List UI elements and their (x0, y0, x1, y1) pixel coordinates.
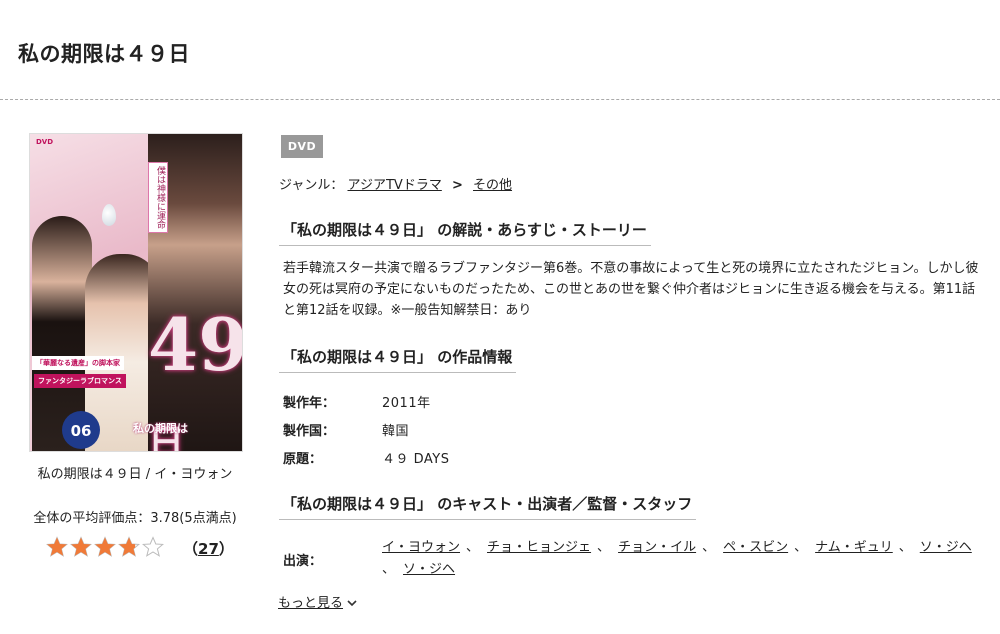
star-rating (46, 536, 164, 558)
show-more-label: もっと見る (278, 596, 344, 611)
genre-breadcrumb: ジャンル： アジアTVドラマ > その他 (279, 174, 512, 193)
star-full-icon (46, 536, 68, 557)
cast-link[interactable]: ペ・スビン (723, 540, 788, 555)
cast-link[interactable]: ソ・ジヘ (403, 562, 455, 577)
cover-band-genre: ファンタジーラブロマンス (34, 374, 126, 388)
info-label: 製作国： (283, 424, 336, 439)
star-empty-icon (142, 536, 164, 557)
format-badge: DVD (281, 135, 323, 158)
cast-link[interactable]: イ・ヨウォン (382, 540, 460, 555)
info-label: 製作年： (283, 396, 336, 411)
product-caption: 私の期限は４９日 / イ・ヨウォン (37, 467, 233, 482)
info-label: 原題： (283, 452, 323, 467)
cast-comma: 、 (702, 540, 716, 555)
cover-band: 「華麗なる遺産」の脚本家 (32, 356, 124, 370)
info-row-country: 製作国： 韓国 (283, 420, 450, 448)
cast-comma: 、 (597, 540, 611, 555)
page-title: 私の期限は４９日 (18, 42, 190, 66)
cast-heading: 「私の期限は４９日」 のキャスト・出演者／監督・スタッフ (279, 493, 697, 520)
cover-volume-badge: 06 (62, 411, 100, 449)
info-table: 製作年： 2011年 製作国： 韓国 原題： ４９ DAYS (283, 392, 450, 476)
header-divider (0, 99, 1000, 100)
review-count: （27） (183, 540, 234, 558)
synopsis-heading: 「私の期限は４９日」 の解説・あらすじ・ストーリー (279, 219, 651, 246)
synopsis-text: 若手韓流スター共演で贈るラブファンタジー第6巻。不意の事故によって生と死の境界に… (283, 261, 979, 318)
genre-label: ジャンル： (279, 178, 344, 193)
cast-label: 出演： (283, 554, 323, 569)
cast-link[interactable]: ソ・ジヘ (920, 540, 972, 555)
genre-link-other[interactable]: その他 (473, 178, 512, 193)
cast-comma: 、 (898, 540, 912, 555)
star-full-icon (94, 536, 116, 557)
info-row-original-title: 原題： ４９ DAYS (283, 448, 450, 476)
show-more-link[interactable]: もっと見る (278, 592, 357, 611)
cover-tagline: 僕は神様に運命 (148, 162, 168, 233)
cast-link[interactable]: ナム・ギュリ (815, 540, 893, 555)
chevron-down-icon (347, 600, 357, 607)
star-full-icon (70, 536, 92, 557)
cast-link[interactable]: チョン・イル (618, 540, 696, 555)
info-value: 韓国 (382, 424, 410, 439)
average-rating-text: 全体の平均評価点：3.78(5点満点) (33, 511, 237, 526)
genre-link-asia-tv-drama[interactable]: アジアTVドラマ (348, 178, 442, 193)
cover-image[interactable]: DVD 僕は神様に運命 「華麗なる遺産」の脚本家 ファンタジーラブロマンス 49… (29, 133, 243, 452)
cover-title: 私の期限は (133, 422, 188, 435)
genre-separator: > (451, 178, 463, 193)
info-value: 2011年 (382, 396, 431, 411)
cast-comma: 、 (794, 540, 808, 555)
cast-comma: 、 (382, 562, 396, 577)
cover-dvd-logo: DVD (36, 138, 54, 146)
star-partial-icon (118, 536, 140, 557)
cast-link[interactable]: チョ・ヒョンジェ (487, 540, 591, 555)
cast-comma: 、 (466, 540, 480, 555)
cast-list: イ・ヨウォン、チョ・ヒョンジェ、チョン・イル、ペ・スビン、ナム・ギュリ、ソ・ジヘ… (382, 537, 982, 581)
info-heading: 「私の期限は４９日」 の作品情報 (279, 346, 517, 373)
review-count-link[interactable]: 27 (198, 540, 219, 558)
info-value: ４９ DAYS (382, 452, 450, 467)
cover-pendant (102, 204, 116, 226)
info-row-year: 製作年： 2011年 (283, 392, 450, 420)
